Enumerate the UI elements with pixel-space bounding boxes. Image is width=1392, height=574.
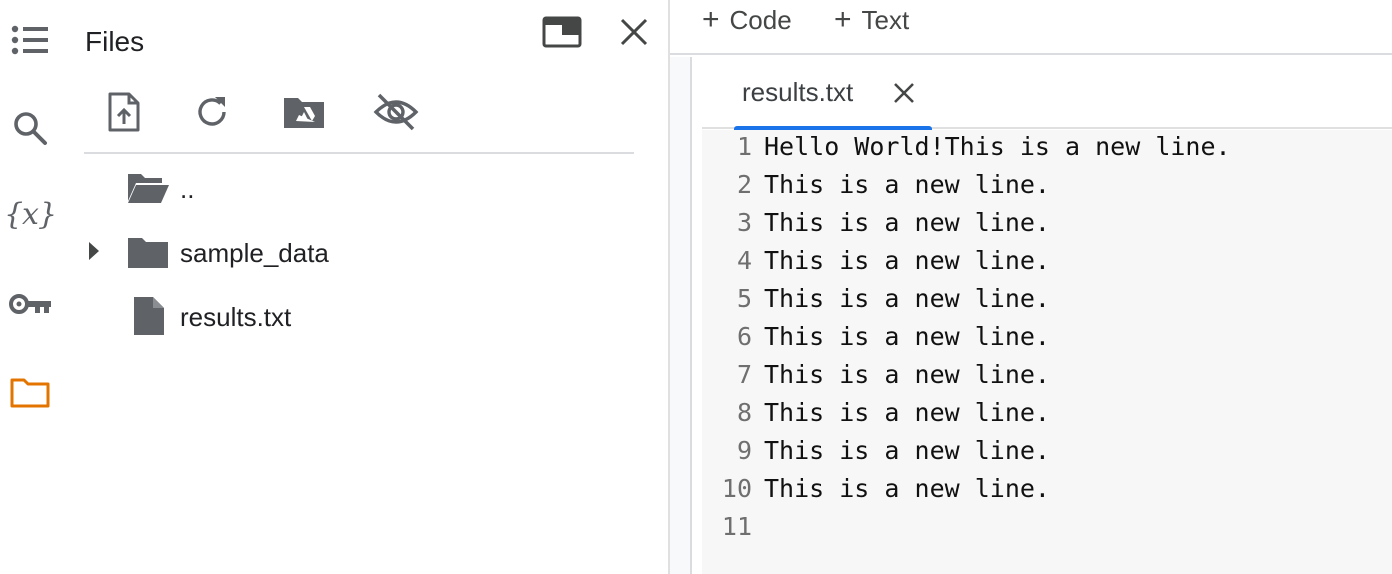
line-number: 4 [736, 246, 752, 275]
code-line[interactable]: 8 This is a new line. [702, 396, 1392, 434]
move-to-tab-button[interactable] [540, 10, 584, 54]
line-text: This is a new line. [764, 322, 1050, 351]
code-line[interactable]: 11 [702, 510, 1392, 548]
notebook-toolbar: + Code + Text [670, 0, 1392, 55]
line-number: 9 [736, 436, 752, 465]
plus-icon: + [702, 3, 720, 36]
find-button[interactable] [6, 104, 54, 152]
files-panel: Files .. sample_data results.txt [62, 0, 668, 574]
tree-item-label: sample_data [180, 238, 329, 268]
line-text: This is a new line. [764, 436, 1050, 465]
line-number: 10 [721, 474, 752, 503]
list-icon [11, 25, 48, 55]
code-line[interactable]: 1 Hello World!This is a new line. [702, 130, 1392, 168]
folder-open-icon [126, 171, 170, 205]
plus-icon: + [834, 3, 852, 36]
tree-item-results[interactable]: results.txt [62, 290, 668, 340]
add-code-button[interactable]: + Code [702, 2, 792, 38]
close-panel-button[interactable] [612, 10, 656, 54]
key-icon [9, 294, 51, 314]
tree-item-label: .. [180, 174, 195, 204]
upload-button[interactable] [100, 88, 148, 136]
mount-drive-icon [284, 98, 324, 128]
line-number: 5 [736, 284, 752, 313]
line-text: This is a new line. [764, 398, 1050, 427]
refresh-icon [198, 97, 226, 126]
line-number: 1 [736, 132, 752, 161]
table-of-contents-button[interactable] [6, 16, 54, 64]
code-line[interactable]: 6 This is a new line. [702, 320, 1392, 358]
line-text: This is a new line. [764, 208, 1050, 237]
line-text: Hello World!This is a new line. [764, 132, 1231, 161]
code-line[interactable]: 4 This is a new line. [702, 244, 1392, 282]
mount-drive-button[interactable] [280, 88, 328, 136]
hide-files-icon [373, 93, 419, 131]
open-in-tab-icon [542, 16, 582, 48]
code-line[interactable]: 2 This is a new line. [702, 168, 1392, 206]
line-number: 6 [736, 322, 752, 351]
add-code-label: Code [729, 4, 792, 35]
line-text: This is a new line. [764, 246, 1050, 275]
add-text-label: Text [861, 4, 910, 35]
editor-tab-bar: results.txt [702, 57, 1392, 131]
caret-right-icon[interactable] [84, 240, 104, 262]
tab-results-txt[interactable]: results.txt [734, 57, 932, 131]
code-line[interactable]: 7 This is a new line. [702, 358, 1392, 396]
line-text: This is a new line. [764, 170, 1050, 199]
close-icon [620, 18, 648, 46]
close-icon [894, 83, 914, 103]
line-text: This is a new line. [764, 284, 1050, 313]
upload-file-icon [108, 92, 140, 132]
notebook-gutter [670, 57, 690, 574]
refresh-button[interactable] [188, 88, 236, 136]
file-icon [126, 297, 170, 335]
line-text: This is a new line. [764, 474, 1050, 503]
tree-item-parent[interactable]: .. [62, 162, 668, 212]
folder-icon [126, 235, 170, 269]
line-number: 11 [721, 512, 752, 541]
code-line[interactable]: 9 This is a new line. [702, 434, 1392, 472]
line-text: This is a new line. [764, 360, 1050, 389]
secrets-button[interactable] [6, 280, 54, 328]
panel-title: Files [85, 26, 145, 57]
code-line[interactable]: 5 This is a new line. [702, 282, 1392, 320]
tab-label: results.txt [742, 77, 854, 107]
variables-button[interactable]: {x} [3, 190, 57, 238]
side-rail: {x} [0, 0, 62, 574]
line-number: 7 [736, 360, 752, 389]
line-number: 2 [736, 170, 752, 199]
close-tab-button[interactable] [888, 77, 920, 109]
files-button[interactable] [6, 368, 54, 416]
toggle-hidden-files-button[interactable] [372, 88, 420, 136]
add-text-button[interactable]: + Text [834, 2, 909, 38]
tree-item-sample-data[interactable]: sample_data [62, 226, 668, 276]
search-icon [14, 112, 47, 145]
code-line[interactable]: 10 This is a new line. [702, 472, 1392, 510]
variables-icon: {x} [3, 196, 57, 232]
folder-icon [10, 378, 50, 408]
line-number: 3 [736, 208, 752, 237]
code-line[interactable]: 3 This is a new line. [702, 206, 1392, 244]
text-editor[interactable]: 1 Hello World!This is a new line. 2 This is… [702, 130, 1392, 574]
line-number: 8 [736, 398, 752, 427]
tree-item-label: results.txt [180, 302, 292, 332]
panel-divider [84, 152, 634, 154]
